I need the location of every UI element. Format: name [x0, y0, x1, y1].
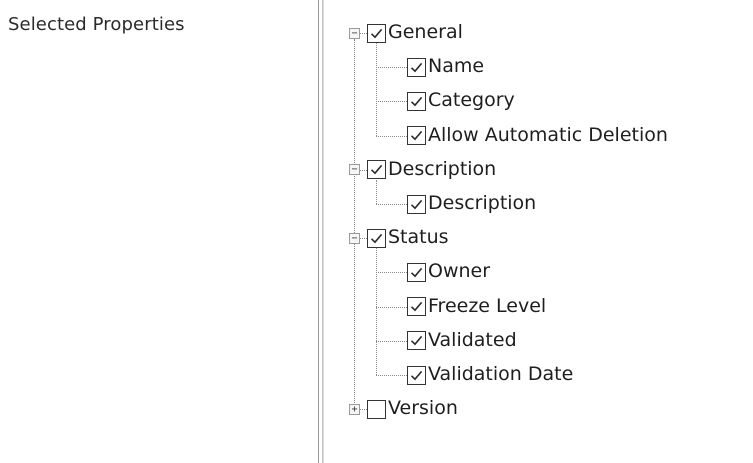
tree-connector	[376, 67, 407, 69]
tree-node-label: Validation Date	[428, 363, 574, 386]
tree-node-owner[interactable]: Owner	[319, 255, 753, 289]
tree-node-label: Validated	[428, 328, 517, 351]
checkbox[interactable]	[367, 399, 386, 419]
tree-node-description[interactable]: − Description	[319, 153, 753, 187]
tree-node-label: Status	[388, 226, 449, 249]
tree-node-label: Owner	[428, 260, 491, 283]
tree-node-status[interactable]: − Status	[319, 221, 753, 255]
checkmark-icon	[410, 302, 423, 312]
checkmark-icon	[410, 267, 423, 278]
tree-node-label: Name	[428, 55, 485, 78]
checkbox[interactable]	[407, 365, 426, 385]
tree-node-validated[interactable]: Validated	[319, 324, 753, 358]
checkmark-icon	[410, 199, 423, 209]
tree-node-label: Freeze Level	[428, 294, 547, 317]
properties-tree[interactable]: − General Name Category Allow Automatic Dele…	[318, 0, 753, 463]
tree-node-label: Description	[388, 157, 497, 180]
tree-node-version[interactable]: + Version	[319, 392, 753, 426]
checkbox[interactable]	[407, 331, 426, 351]
tree-connector	[376, 135, 407, 137]
checkmark-icon	[410, 131, 423, 141]
tree-connector	[360, 33, 367, 35]
tree-node-label: Category	[428, 89, 515, 112]
checkmark-icon	[410, 96, 423, 107]
tree-connector	[376, 340, 407, 342]
checkbox[interactable]	[367, 23, 386, 43]
expand-plus-icon[interactable]: +	[349, 403, 360, 415]
checkbox[interactable]	[367, 228, 386, 248]
tree-node-allow-automatic-deletion[interactable]: Allow Automatic Deletion	[319, 119, 753, 153]
checkmark-icon	[410, 62, 423, 73]
tree-branch-line	[376, 248, 377, 376]
tree-connector	[376, 101, 407, 103]
tree-connector	[360, 169, 367, 171]
checkbox[interactable]	[407, 57, 426, 77]
checkmark-icon	[410, 370, 423, 380]
checkmark-icon	[410, 336, 423, 346]
tree-node-name[interactable]: Name	[319, 50, 753, 84]
tree-node-description[interactable]: Description	[319, 187, 753, 221]
collapse-minus-icon[interactable]: −	[349, 27, 360, 39]
checkbox[interactable]	[407, 194, 426, 214]
tree-node-label: Description	[428, 192, 537, 215]
checkbox[interactable]	[407, 297, 426, 317]
checkmark-icon	[370, 233, 383, 244]
tree-branch-line	[376, 179, 377, 205]
checkbox[interactable]	[407, 126, 426, 146]
tree-connector	[360, 409, 367, 411]
tree-connector	[376, 204, 407, 206]
checkbox[interactable]	[367, 160, 386, 180]
tree-node-label: General	[388, 21, 463, 44]
tree-connector	[376, 375, 407, 377]
tree-node-label: Version	[388, 397, 458, 420]
tree-node-general[interactable]: − General	[319, 16, 753, 50]
tree-node-validation-date[interactable]: Validation Date	[319, 358, 753, 392]
tree-branch-line	[376, 43, 377, 136]
tree-connector	[360, 238, 367, 240]
collapse-minus-icon[interactable]: −	[349, 232, 360, 244]
tree-node-label: Allow Automatic Deletion	[428, 123, 668, 146]
tree-node-category[interactable]: Category	[319, 84, 753, 118]
tree-node-freeze-level[interactable]: Freeze Level	[319, 290, 753, 324]
checkbox[interactable]	[407, 262, 426, 282]
tree-connector	[376, 306, 407, 308]
collapse-minus-icon[interactable]: −	[349, 164, 360, 176]
tree-connector	[376, 272, 407, 274]
checkbox[interactable]	[407, 91, 426, 111]
checkmark-icon	[370, 28, 383, 38]
selected-properties-label: Selected Properties	[8, 14, 185, 35]
checkmark-icon	[370, 165, 383, 175]
